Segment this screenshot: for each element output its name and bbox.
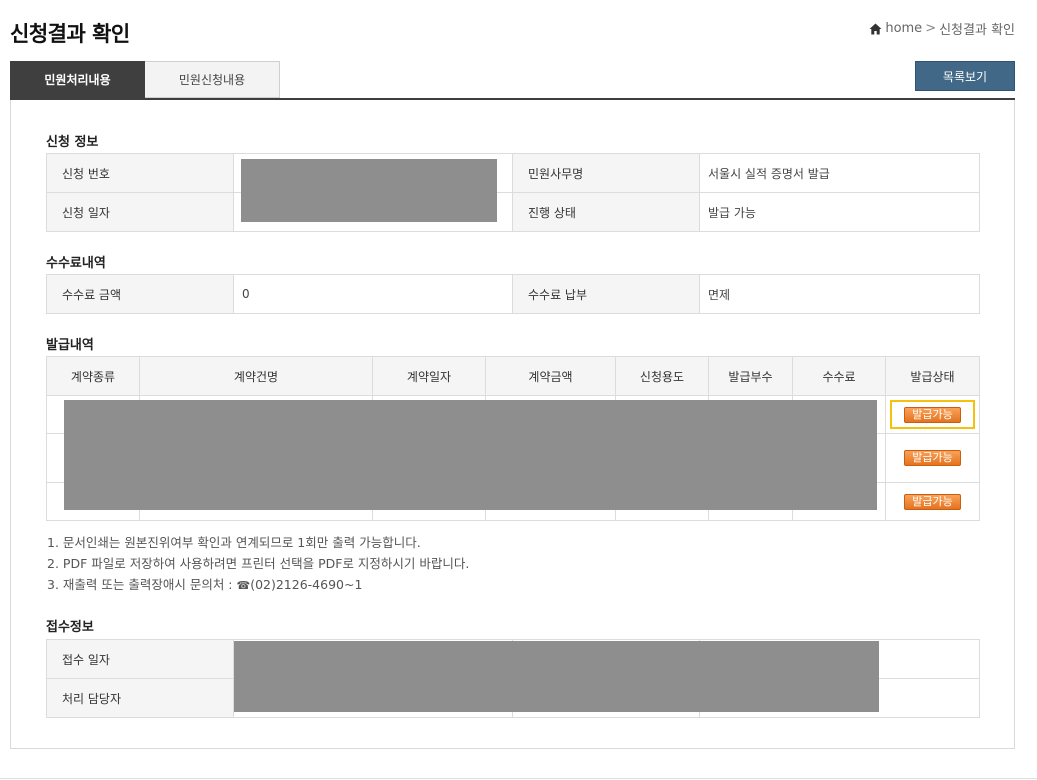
contact-phone: (02)2126-4690~1 <box>250 577 363 592</box>
list-view-button[interactable]: 목록보기 <box>915 61 1015 91</box>
column-contract-type: 계약종류 <box>46 356 140 396</box>
tab-bar: 민원처리내용 민원신청내용 <box>10 61 280 99</box>
notice-item: 1. 문서인쇄는 원본진위여부 확인과 연계되므로 1회만 출력 가능합니다. <box>47 535 421 550</box>
office-name-label: 민원사무명 <box>512 153 700 193</box>
column-contract-name: 계약건명 <box>139 356 373 396</box>
fee-amount-value: 0 <box>233 274 513 314</box>
home-icon[interactable] <box>869 23 882 35</box>
issue-table-header: 계약종류 계약건명 계약일자 계약금액 신청용도 발급부수 수수료 발급상태 <box>46 356 980 396</box>
issue-info-title: 발급내역 <box>46 338 94 353</box>
receipt-info-title: 접수정보 <box>46 620 94 635</box>
fee-info-table: 수수료 금액 0 수수료 납부 면제 <box>46 274 980 314</box>
page-title: 신청결과 확인 <box>10 22 130 46</box>
fee-payment-value: 면제 <box>699 274 980 314</box>
application-number-label: 신청 번호 <box>46 153 234 193</box>
focused-issue-button-highlight: 발급가능 <box>890 400 975 429</box>
phone-icon: ☎ <box>236 579 251 592</box>
redacted-block <box>64 400 877 510</box>
tab-processing-result[interactable]: 민원처리내용 <box>10 61 145 98</box>
issue-available-button[interactable]: 발급가능 <box>904 406 961 423</box>
breadcrumb: home > 신청결과 확인 <box>869 19 1015 38</box>
application-info-title: 신청 정보 <box>46 135 99 150</box>
issue-available-button[interactable]: 발급가능 <box>904 493 961 510</box>
notice-item: 2. PDF 파일로 저장하여 사용하려면 프린터 선택을 PDF로 지정하시기… <box>47 556 470 571</box>
progress-status-label: 진행 상태 <box>512 192 700 232</box>
progress-status-value: 발급 가능 <box>699 192 980 232</box>
notice-item: 3. 재출력 또는 출력장애시 문의처 : ☎(02)2126-4690~1 <box>47 574 469 596</box>
issue-available-button[interactable]: 발급가능 <box>904 450 961 466</box>
notice-list: 1. 문서인쇄는 원본진위여부 확인과 연계되므로 1회만 출력 가능합니다. … <box>47 532 469 596</box>
receipt-date-label: 접수 일자 <box>46 639 234 679</box>
footer-divider <box>0 778 1037 779</box>
breadcrumb-separator: > <box>925 21 937 36</box>
column-fee: 수수료 <box>792 356 886 396</box>
redacted-block <box>241 159 497 222</box>
manager-label: 처리 담당자 <box>46 678 234 718</box>
application-info-table: 신청 번호 민원사무명 서울시 실적 증명서 발급 신청 일자 진행 상태 발급… <box>46 153 980 232</box>
fee-info-title: 수수료내역 <box>46 256 106 271</box>
breadcrumb-home[interactable]: home <box>885 21 922 36</box>
office-name-value: 서울시 실적 증명서 발급 <box>699 153 980 193</box>
column-contract-amount: 계약금액 <box>485 356 616 396</box>
column-purpose: 신청용도 <box>615 356 709 396</box>
tab-application-details[interactable]: 민원신청내용 <box>145 61 280 98</box>
column-copies: 발급부수 <box>708 356 793 396</box>
fee-amount-label: 수수료 금액 <box>46 274 234 314</box>
breadcrumb-current: 신청결과 확인 <box>939 23 1015 38</box>
column-contract-date: 계약일자 <box>372 356 486 396</box>
fee-payment-label: 수수료 납부 <box>512 274 700 314</box>
application-date-label: 신청 일자 <box>46 192 234 232</box>
column-issue-status: 발급상태 <box>885 356 980 396</box>
redacted-block <box>234 641 879 712</box>
